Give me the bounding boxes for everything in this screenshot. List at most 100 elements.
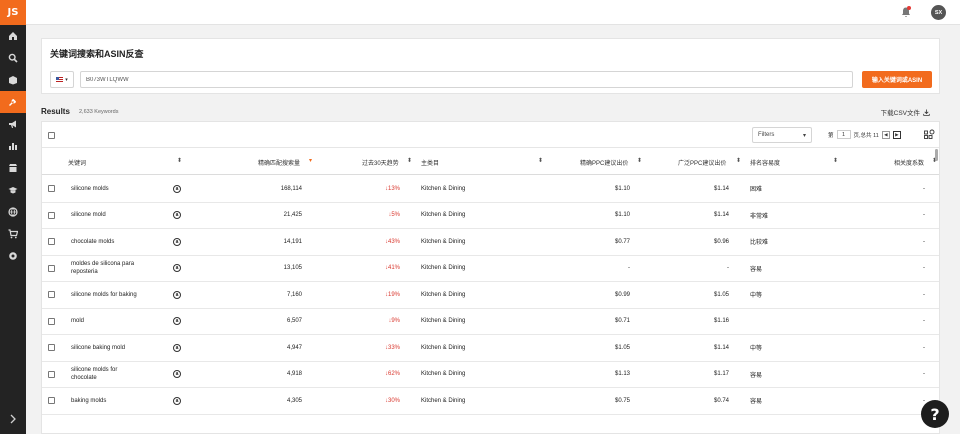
avatar[interactable]: SX xyxy=(931,5,946,20)
column-settings-icon[interactable] xyxy=(924,129,935,140)
row-keyword[interactable]: silicone molds for chocolate xyxy=(71,362,143,388)
col-category[interactable]: 主类目 xyxy=(421,158,439,167)
row-trend: ↓9% xyxy=(388,318,400,325)
row-keyword[interactable]: mold xyxy=(71,309,143,335)
row-keyword[interactable]: baking molds xyxy=(71,388,143,414)
next-page-button[interactable]: ▶ xyxy=(892,130,901,139)
download-csv-button[interactable]: 下载CSV文件 xyxy=(881,107,930,117)
table-row[interactable]: baking molds a 4,305 ↓30% Kitchen & Dini… xyxy=(42,388,939,415)
row-rank-ease: 非常难 xyxy=(750,213,769,220)
row-amazon-link[interactable]: a xyxy=(173,282,181,308)
row-keyword[interactable]: moldes de silicona para reposteria xyxy=(71,256,143,282)
sidebar-expand-button[interactable] xyxy=(0,410,26,428)
row-checkbox[interactable] xyxy=(48,397,55,405)
amazon-icon[interactable]: a xyxy=(173,370,181,379)
table-row[interactable]: silicone mold a 21,425 ↓5% Kitchen & Din… xyxy=(42,203,939,229)
row-broad-ppc: $0.96 xyxy=(713,238,729,245)
sort-icon[interactable]: ⬍ xyxy=(177,157,182,164)
amazon-icon[interactable]: a xyxy=(173,396,181,405)
row-volume: 4,918 xyxy=(286,371,302,378)
sidebar-item-analytics[interactable] xyxy=(0,135,26,157)
sort-active-icon[interactable]: ▾ xyxy=(309,157,312,164)
col-trend[interactable]: 过去30天趋势 xyxy=(362,158,399,167)
row-keyword[interactable]: silicone molds for baking xyxy=(71,282,143,308)
sidebar-item-cart[interactable] xyxy=(0,223,26,245)
row-amazon-link[interactable]: a xyxy=(173,256,181,282)
row-relevance: - xyxy=(923,344,925,351)
sort-icon[interactable]: ⬍ xyxy=(736,157,741,164)
sidebar-item-academy[interactable] xyxy=(0,179,26,201)
row-relevance: - xyxy=(923,371,925,378)
sidebar-item-global[interactable] xyxy=(0,201,26,223)
row-amazon-link[interactable]: a xyxy=(173,176,181,202)
results-heading: Results xyxy=(41,107,70,116)
row-checkbox[interactable] xyxy=(48,291,55,299)
amazon-icon[interactable]: a xyxy=(173,184,181,193)
row-checkbox[interactable] xyxy=(48,185,55,193)
sort-icon[interactable]: ⬍ xyxy=(637,157,642,164)
row-checkbox[interactable] xyxy=(48,211,55,219)
col-keyword[interactable]: 关键词 xyxy=(68,158,86,167)
table-row[interactable]: silicone molds for chocolate a 4,918 ↓62… xyxy=(42,362,939,388)
amazon-icon[interactable]: a xyxy=(173,237,181,246)
col-broad-ppc[interactable]: 广泛PPC建议出价 xyxy=(678,158,726,167)
row-amazon-link[interactable]: a xyxy=(173,335,181,361)
country-select[interactable]: ▾ xyxy=(50,71,74,88)
row-amazon-link[interactable]: a xyxy=(173,309,181,335)
row-checkbox[interactable] xyxy=(48,264,55,272)
col-relevance[interactable]: 相关度系数 xyxy=(894,158,924,167)
row-checkbox[interactable] xyxy=(48,317,55,325)
sidebar-item-search[interactable] xyxy=(0,47,26,69)
col-exact-volume[interactable]: 精确匹配搜索量 xyxy=(258,158,300,167)
notification-bell-icon[interactable] xyxy=(900,6,912,18)
row-keyword[interactable]: silicone baking mold xyxy=(71,335,143,361)
table-row[interactable]: silicone baking mold a 4,947 ↓33% Kitche… xyxy=(42,335,939,362)
filters-dropdown[interactable]: Filters ▾ xyxy=(752,127,812,143)
table-row[interactable]: mold a 6,507 ↓9% Kitchen & Dining $0.71 … xyxy=(42,309,939,335)
sidebar-item-settings[interactable] xyxy=(0,245,26,267)
row-trend: ↓62% xyxy=(384,371,400,378)
search-submit-button[interactable]: 输入关键词或ASIN xyxy=(862,71,932,88)
sidebar-item-tools[interactable] xyxy=(0,91,26,113)
prev-page-button[interactable]: ◀ xyxy=(881,130,890,139)
row-volume: 168,114 xyxy=(280,185,302,192)
row-keyword[interactable]: chocolate molds xyxy=(71,229,143,255)
amazon-icon[interactable]: a xyxy=(173,317,181,326)
table-row[interactable]: moldes de silicona para reposteria a 13,… xyxy=(42,256,939,282)
row-amazon-link[interactable]: a xyxy=(173,362,181,388)
sidebar-item-products[interactable] xyxy=(0,69,26,91)
page-title: 关键词搜索和ASIN反查 xyxy=(50,49,144,59)
row-keyword[interactable]: silicone mold xyxy=(71,203,143,229)
amazon-icon[interactable]: a xyxy=(173,343,181,352)
sort-icon[interactable]: ⬍ xyxy=(407,157,412,164)
row-checkbox-cell xyxy=(48,256,55,282)
col-rank-ease[interactable]: 排名容易度 xyxy=(750,158,780,167)
sidebar-item-home[interactable] xyxy=(0,25,26,47)
row-amazon-link[interactable]: a xyxy=(173,388,181,414)
select-all-checkbox[interactable] xyxy=(48,132,55,139)
row-checkbox[interactable] xyxy=(48,238,55,246)
asin-input[interactable] xyxy=(80,71,853,88)
sidebar-item-store[interactable] xyxy=(0,157,26,179)
page-number-input[interactable]: 1 xyxy=(836,130,851,139)
row-keyword[interactable]: silicone molds xyxy=(71,176,143,202)
row-checkbox[interactable] xyxy=(48,344,55,352)
row-checkbox[interactable] xyxy=(48,370,55,378)
table-scrollbar[interactable] xyxy=(935,149,938,161)
search-card: 关键词搜索和ASIN反查 ▾ 输入关键词或ASIN xyxy=(41,38,940,94)
amazon-icon[interactable]: a xyxy=(173,211,181,220)
row-amazon-link[interactable]: a xyxy=(173,203,181,229)
table-row[interactable]: chocolate molds a 14,191 ↓43% Kitchen & … xyxy=(42,229,939,256)
pagination: 第 1 页,总共 11 ◀ ▶ xyxy=(828,130,901,139)
row-amazon-link[interactable]: a xyxy=(173,229,181,255)
table-row[interactable]: silicone molds a 168,114 ↓13% Kitchen & … xyxy=(42,176,939,203)
sidebar-item-ads[interactable] xyxy=(0,113,26,135)
amazon-icon[interactable]: a xyxy=(173,290,181,299)
sort-icon[interactable]: ⬍ xyxy=(538,157,543,164)
table-row[interactable]: silicone molds for baking a 7,160 ↓19% K… xyxy=(42,282,939,309)
app-logo[interactable]: JS xyxy=(0,0,26,25)
amazon-icon[interactable]: a xyxy=(173,264,181,273)
sort-icon[interactable]: ⬍ xyxy=(833,157,838,164)
help-button[interactable]: ? xyxy=(921,400,949,428)
col-exact-ppc[interactable]: 精确PPC建议出价 xyxy=(580,158,628,167)
